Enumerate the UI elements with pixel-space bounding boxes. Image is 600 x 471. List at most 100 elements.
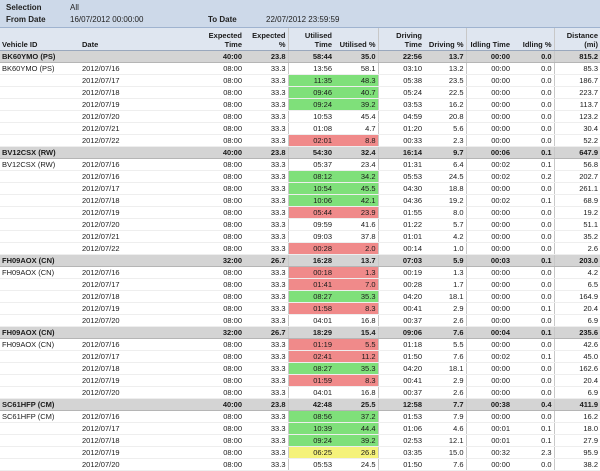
table-row[interactable]: 2012/07/17 08:00 33.3 10:54 45.5 04:30 18.8 00:… bbox=[0, 182, 600, 195]
row-date: 2012/07/20 bbox=[80, 314, 198, 327]
table-row[interactable]: 2012/07/18 08:00 33.3 10:06 42.1 04:36 19.2 00:… bbox=[0, 194, 600, 207]
table-row[interactable]: 2012/07/20 08:00 33.3 04:01 16.8 00:37 2.6 00:0… bbox=[0, 314, 600, 327]
row-utilised-time: 05:37 bbox=[288, 158, 334, 171]
row-expected-time: 08:00 bbox=[198, 122, 244, 135]
row-driving-pct: 1.7 bbox=[424, 278, 467, 291]
row-idling-time: 00:00 bbox=[466, 62, 512, 75]
row-expected-pct: 33.3 bbox=[244, 170, 289, 183]
row-idling-pct: 0.2 bbox=[512, 170, 555, 183]
row-driving-time: 01:55 bbox=[378, 206, 424, 219]
group-utilised-time: 18:29 bbox=[288, 326, 334, 339]
group-idling-pct: 0.1 bbox=[512, 146, 555, 159]
row-driving-pct: 13.2 bbox=[424, 62, 467, 75]
col-driving-pct[interactable]: Driving % bbox=[424, 28, 467, 51]
group-utilised-pct: 15.4 bbox=[334, 326, 379, 339]
row-idling-pct: 0.0 bbox=[512, 386, 555, 399]
row-distance: 95.9 bbox=[554, 446, 600, 459]
row-driving-time: 00:19 bbox=[378, 266, 424, 279]
table-row[interactable]: 2012/07/22 08:00 33.3 02:01 8.8 00:33 2.3 00:00… bbox=[0, 134, 600, 147]
col-driving-time[interactable]: Driving Time bbox=[378, 28, 424, 51]
table-row[interactable]: 2012/07/22 08:00 33.3 00:28 2.0 00:14 1.0 00:00… bbox=[0, 242, 600, 255]
table-row[interactable]: 2012/07/19 08:00 33.3 05:44 23.9 01:55 8.0 00:0… bbox=[0, 206, 600, 219]
row-vehicle-id bbox=[0, 374, 80, 387]
row-vehicle-id: BK60YMO (PS) bbox=[0, 62, 80, 75]
row-driving-time: 05:24 bbox=[378, 86, 424, 99]
table-row[interactable]: 2012/07/18 08:00 33.3 09:24 39.2 02:53 12.1 00:… bbox=[0, 434, 600, 447]
table-row[interactable]: 2012/07/19 08:00 33.3 01:59 8.3 00:41 2.9 00:00… bbox=[0, 374, 600, 387]
group-driving-pct: 5.9 bbox=[424, 254, 467, 267]
row-driving-time: 00:37 bbox=[378, 314, 424, 327]
table-row[interactable]: 2012/07/19 08:00 33.3 01:58 8.3 00:41 2.9 00:00… bbox=[0, 302, 600, 315]
row-idling-time: 00:00 bbox=[466, 290, 512, 303]
row-expected-time: 08:00 bbox=[198, 290, 244, 303]
table-row[interactable]: 2012/07/19 08:00 33.3 09:24 39.2 03:53 16.2 00:… bbox=[0, 98, 600, 111]
row-driving-pct: 6.4 bbox=[424, 158, 467, 171]
col-idling-pct[interactable]: Idling % bbox=[512, 28, 555, 51]
table-row[interactable]: FH09AOX (CN) 2012/07/16 08:00 33.3 01:19 5.5 0… bbox=[0, 338, 600, 351]
group-utilised-pct: 25.5 bbox=[334, 398, 379, 411]
col-expected-pct[interactable]: Expected % bbox=[244, 28, 289, 51]
table-row[interactable]: 2012/07/20 08:00 33.3 09:59 41.6 01:22 5.7 00:0… bbox=[0, 218, 600, 231]
table-row[interactable]: 2012/07/18 08:00 33.3 08:27 35.3 04:20 18.1 00:… bbox=[0, 290, 600, 303]
row-expected-time: 08:00 bbox=[198, 266, 244, 279]
row-idling-pct: 0.0 bbox=[512, 410, 555, 423]
table-row[interactable]: 2012/07/16 08:00 33.3 08:12 34.2 05:53 24.5 00:… bbox=[0, 170, 600, 183]
group-vehicle-id: FH09AOX (CN) bbox=[0, 254, 80, 267]
row-utilised-time: 10:39 bbox=[288, 422, 334, 435]
row-expected-time: 08:00 bbox=[198, 434, 244, 447]
table-body: BK60YMO (PS) 40:00 23.8 58:44 35.0 22:56 13.7 0… bbox=[0, 50, 600, 471]
row-driving-pct: 12.1 bbox=[424, 434, 467, 447]
group-driving-pct: 9.7 bbox=[424, 146, 467, 159]
vehicle-group-row[interactable]: BV12CSX (RW) 40:00 23.8 54:30 32.4 16:14 9.7 00… bbox=[0, 146, 600, 159]
row-expected-pct: 33.3 bbox=[244, 410, 289, 423]
row-utilised-time: 10:06 bbox=[288, 194, 334, 207]
table-row[interactable]: 2012/07/20 08:00 33.3 10:53 45.4 04:59 20.8 00:… bbox=[0, 110, 600, 123]
table-row[interactable]: 2012/07/18 08:00 33.3 09:46 40.7 05:24 22.5 00:… bbox=[0, 86, 600, 99]
row-idling-time: 00:00 bbox=[466, 314, 512, 327]
row-idling-pct: 0.0 bbox=[512, 266, 555, 279]
col-distance[interactable]: Distance (mi) bbox=[554, 28, 600, 51]
group-vehicle-id: SC61HFP (CM) bbox=[0, 398, 80, 411]
col-utilised-pct[interactable]: Utilised % bbox=[334, 28, 379, 51]
row-driving-pct: 2.9 bbox=[424, 302, 467, 315]
group-expected-pct: 23.8 bbox=[244, 398, 289, 411]
row-vehicle-id bbox=[0, 278, 80, 291]
row-distance: 18.0 bbox=[554, 422, 600, 435]
table-row[interactable]: FH09AOX (CN) 2012/07/16 08:00 33.3 00:18 1.3 0… bbox=[0, 266, 600, 279]
vehicle-group-row[interactable]: FH09AOX (CN) 32:00 26.7 16:28 13.7 07:03 5.9 00… bbox=[0, 254, 600, 267]
table-row[interactable]: SC61HFP (CM) 2012/07/16 08:00 33.3 08:56 37.2… bbox=[0, 410, 600, 423]
row-idling-time: 00:02 bbox=[466, 194, 512, 207]
table-row[interactable]: 2012/07/17 08:00 33.3 11:35 48.3 05:38 23.5 00:… bbox=[0, 74, 600, 87]
table-row[interactable]: 2012/07/20 08:00 33.3 04:01 16.8 00:37 2.6 00:0… bbox=[0, 386, 600, 399]
row-date: 2012/07/18 bbox=[80, 362, 198, 375]
row-driving-time: 01:01 bbox=[378, 230, 424, 243]
col-date[interactable]: Date bbox=[80, 28, 198, 51]
row-expected-pct: 33.3 bbox=[244, 446, 289, 459]
table-row[interactable]: 2012/07/17 08:00 33.3 01:41 7.0 00:28 1.7 00:00… bbox=[0, 278, 600, 291]
row-distance: 261.1 bbox=[554, 182, 600, 195]
table-row[interactable]: 2012/07/19 08:00 33.3 06:25 26.8 03:35 15.0 00:… bbox=[0, 446, 600, 459]
vehicle-group-row[interactable]: SC61HFP (CM) 40:00 23.8 42:48 25.5 12:58 7.7 00… bbox=[0, 398, 600, 411]
table-row[interactable]: 2012/07/17 08:00 33.3 10:39 44.4 01:06 4.6 00:0… bbox=[0, 422, 600, 435]
table-row[interactable]: 2012/07/21 08:00 33.3 01:08 4.7 01:20 5.6 00:00… bbox=[0, 122, 600, 135]
table-row[interactable]: 2012/07/18 08:00 33.3 08:27 35.3 04:20 18.1 00:… bbox=[0, 362, 600, 375]
table-row[interactable]: 2012/07/20 08:00 33.3 05:53 24.5 01:50 7.6 00:0… bbox=[0, 458, 600, 471]
row-utilised-pct: 35.3 bbox=[334, 290, 379, 303]
col-vehicle-id[interactable]: Vehicle ID bbox=[0, 28, 80, 51]
vehicle-group-row[interactable]: FH09AOX (CN) 32:00 26.7 18:29 15.4 09:06 7.6 00… bbox=[0, 326, 600, 339]
table-row[interactable]: 2012/07/17 08:00 33.3 02:41 11.2 01:50 7.6 00:0… bbox=[0, 350, 600, 363]
table-row[interactable]: 2012/07/21 08:00 33.3 09:03 37.8 01:01 4.2 00:0… bbox=[0, 230, 600, 243]
table-row[interactable]: BK60YMO (PS) 2012/07/16 08:00 33.3 13:56 58.1… bbox=[0, 62, 600, 75]
col-idling-time[interactable]: Idling Time bbox=[466, 28, 512, 51]
row-driving-time: 00:41 bbox=[378, 374, 424, 387]
row-expected-time: 08:00 bbox=[198, 134, 244, 147]
row-expected-pct: 33.3 bbox=[244, 206, 289, 219]
row-vehicle-id bbox=[0, 110, 80, 123]
col-expected-time[interactable]: Expected Time bbox=[198, 28, 244, 51]
row-distance: 45.0 bbox=[554, 350, 600, 363]
row-utilised-time: 08:56 bbox=[288, 410, 334, 423]
vehicle-group-row[interactable]: BK60YMO (PS) 40:00 23.8 58:44 35.0 22:56 13.7 0… bbox=[0, 50, 600, 63]
table-row[interactable]: BV12CSX (RW) 2012/07/16 08:00 33.3 05:37 23.4… bbox=[0, 158, 600, 171]
row-date: 2012/07/19 bbox=[80, 446, 198, 459]
col-utilised-time[interactable]: Utilised Time bbox=[288, 28, 334, 51]
